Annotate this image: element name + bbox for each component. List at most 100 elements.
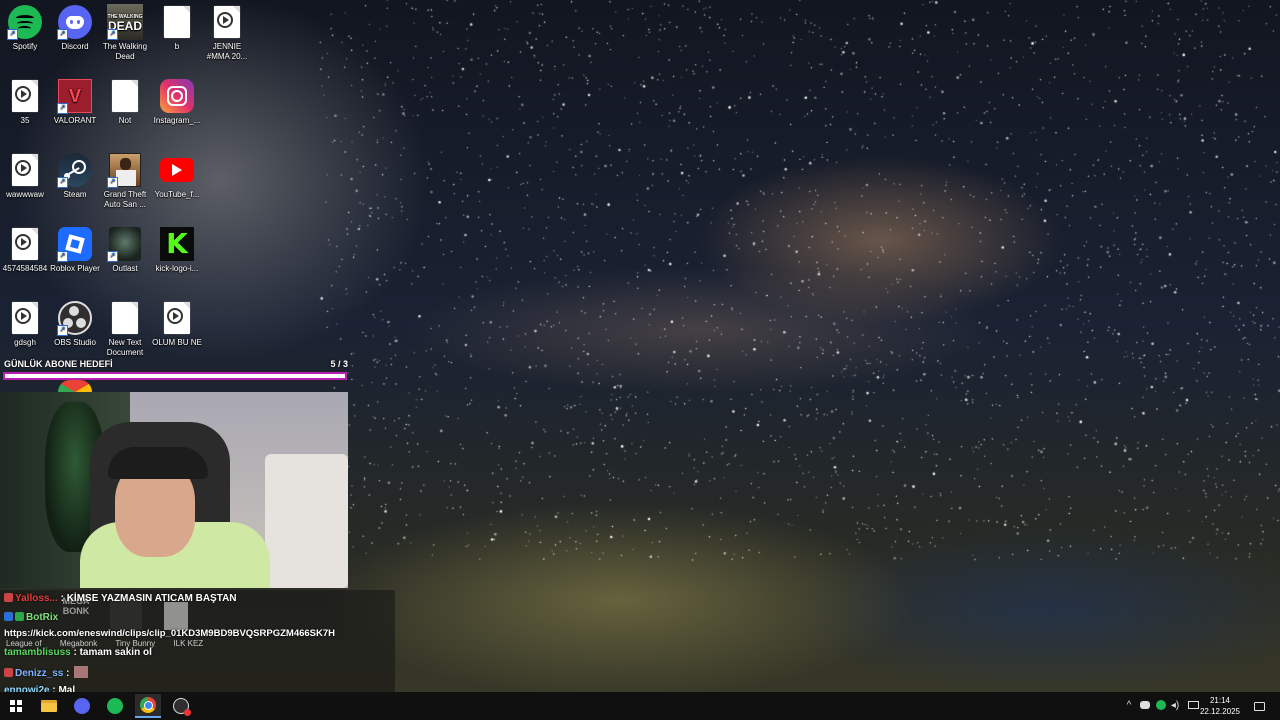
file-icon [112, 80, 138, 112]
desktop-icon-label: Roblox Player [50, 264, 100, 273]
chat-badge-icon [4, 612, 13, 621]
desktop-icon-label: JENNIE #MMA 20... [206, 42, 248, 61]
desktop-icon-label: Spotify [12, 42, 38, 51]
taskbar-file-explorer[interactable] [36, 694, 62, 718]
desktop-icon-youtube[interactable]: YouTube_f... [152, 152, 202, 200]
taskbar-obs[interactable] [168, 694, 194, 718]
chat-separator: : [63, 668, 73, 679]
video-file-icon [164, 302, 190, 334]
desktop-icon-4574584584[interactable]: 4574584584 [0, 226, 50, 274]
chat-message: tamamblisuss : tamam sakin ol [4, 647, 152, 658]
chevron-up-icon[interactable]: ^ [1122, 698, 1136, 712]
chat-separator: : [57, 593, 67, 604]
chat-message-link[interactable]: https://kick.com/eneswind/clips/clip_01K… [4, 628, 335, 639]
video-file-icon [12, 302, 38, 334]
windows-start-button[interactable] [3, 694, 29, 718]
desktop-icon-spotify[interactable]: ↗ Spotify [0, 4, 50, 52]
instagram-icon [160, 79, 194, 113]
chat-bot-badge-icon [15, 612, 24, 621]
video-file-icon [12, 228, 38, 260]
desktop-icon-label: b [174, 42, 180, 51]
taskbar-clock[interactable]: 21:14 22.12.2025 [1200, 695, 1240, 717]
desktop-icon-walking-dead[interactable]: THE WALKING DEAD ↗ The Walking Dead [100, 4, 150, 62]
desktop-icon-discord[interactable]: ↗ Discord [50, 4, 100, 52]
taskbar-discord[interactable] [69, 694, 95, 718]
taskbar-spotify[interactable] [102, 694, 128, 718]
chat-username: tamamblisuss [4, 647, 71, 658]
desktop-icon-label: Steam [63, 190, 87, 199]
desktop-icon-label: OLUM BU NE [152, 338, 202, 347]
windows-start-icon [10, 700, 22, 712]
chat-message: BotRix [4, 612, 58, 623]
goal-title: GÜNLÜK ABONE HEDEFİ [4, 359, 113, 369]
chat-emote-icon [74, 666, 89, 678]
discord-icon [74, 698, 90, 714]
desktop-icon-valorant[interactable]: V ↗ VALORANT [50, 78, 100, 126]
youtube-icon [160, 158, 194, 182]
desktop-icon-label: Outlast [112, 264, 138, 273]
chat-separator: : [70, 647, 80, 658]
clock-time: 21:14 [1209, 696, 1230, 705]
desktop-icon-label: 35 [20, 116, 30, 125]
stream-chat-overlay: MEGA BONK League of Megabonk Tiny Bunny … [0, 590, 395, 696]
chat-text: KİMSE YAZMASIN ATICAM BAŞTAN [66, 593, 237, 604]
spotify-tray-icon[interactable] [1154, 698, 1168, 712]
desktop-icon-label: Discord [61, 42, 89, 51]
desktop-icon-label: 4574584584 [2, 264, 48, 273]
chat-message: Denizz_ss : [4, 666, 89, 679]
discord-tray-icon[interactable] [1138, 698, 1152, 712]
spotify-icon [107, 698, 123, 714]
desktop-icon-not[interactable]: Not [100, 78, 150, 126]
notification-icon[interactable] [1252, 699, 1266, 713]
file-icon [112, 302, 138, 334]
desktop-icon-label: wawwwaw [6, 190, 44, 199]
volume-icon[interactable]: ◂) [1168, 698, 1182, 712]
chat-badge-icon [4, 668, 13, 677]
subscriber-goal-widget: GÜNLÜK ABONE HEDEFİ 5 / 3 [0, 356, 350, 384]
desktop-icon-b[interactable]: b [152, 4, 202, 52]
video-file-icon [12, 80, 38, 112]
chat-badge-icon [4, 593, 13, 602]
desktop-icon-wawwwaw[interactable]: wawwwaw [0, 152, 50, 200]
obs-icon [173, 698, 191, 716]
kick-icon: K [160, 227, 194, 261]
chat-message: Yalloss... : KİMSE YAZMASIN ATICAM BAŞTA… [4, 593, 237, 604]
desktop-icon-olum-bu-ne[interactable]: OLUM BU NE [152, 300, 202, 348]
desktop-icon-outlast[interactable]: ↗ Outlast [100, 226, 150, 274]
network-icon[interactable] [1186, 698, 1200, 712]
chat-username: BotRix [26, 612, 59, 623]
desktop-icon-label: kick-logo-i... [155, 264, 199, 273]
webcam-overlay [0, 392, 348, 588]
desktop-icon-instagram[interactable]: Instagram_... [152, 78, 202, 126]
chat-username: Denizz_ss [15, 668, 64, 679]
desktop-icon-35[interactable]: 35 [0, 78, 50, 126]
chat-text: tamam sakin ol [79, 647, 152, 658]
desktop-icon-gta[interactable]: ↗ Grand Theft Auto San ... [100, 152, 150, 210]
video-file-icon [214, 6, 240, 38]
chrome-icon [140, 697, 156, 713]
desktop-icon-label: VALORANT [53, 116, 97, 125]
partial-label: ILK KEZ [173, 639, 204, 648]
chat-text[interactable]: https://kick.com/eneswind/clips/clip_01K… [4, 628, 335, 639]
taskbar: ^ ◂) 21:14 22.12.2025 [0, 692, 1280, 720]
desktop-icon-new-text-document[interactable]: New Text Document [100, 300, 150, 358]
desktop-icon-label: Instagram_... [153, 116, 201, 125]
desktop-icon-label: Not [118, 116, 132, 125]
video-file-icon [12, 154, 38, 186]
desktop-icon-label: Grand Theft Auto San ... [103, 190, 147, 209]
desktop-icon-roblox[interactable]: ↗ Roblox Player [50, 226, 100, 274]
desktop-icon-jennie[interactable]: JENNIE #MMA 20... [202, 4, 252, 62]
desktop-icon-obs[interactable]: ↗ OBS Studio [50, 300, 100, 348]
desktop-icon-label: YouTube_f... [154, 190, 200, 199]
desktop-icon-steam[interactable]: ↗ Steam [50, 152, 100, 200]
desktop-icon-kick-logo[interactable]: K kick-logo-i... [152, 226, 202, 274]
goal-progress-bar [3, 372, 347, 380]
file-icon [164, 6, 190, 38]
desktop-icon-label: New Text Document [106, 338, 144, 357]
taskbar-chrome[interactable] [135, 694, 161, 718]
desktop-icon-label: gdsgh [14, 338, 36, 347]
goal-count: 5 / 3 [330, 359, 348, 369]
file-explorer-icon [41, 700, 57, 712]
clock-date: 22.12.2025 [1199, 707, 1240, 716]
desktop-icon-gdsgh[interactable]: gdsgh [0, 300, 50, 348]
